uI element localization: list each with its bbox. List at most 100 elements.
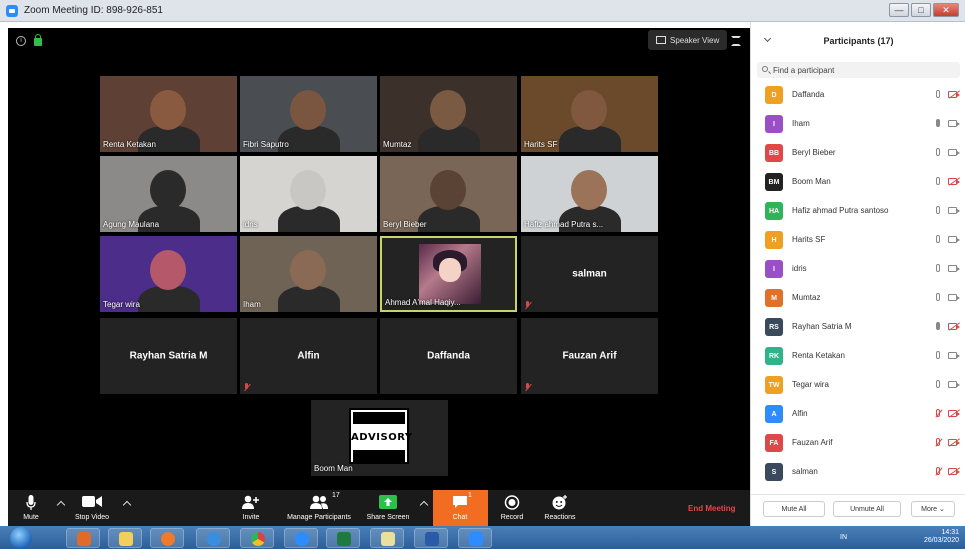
microphone-icon[interactable] [936,235,940,243]
taskbar-excel-icon[interactable] [326,528,360,548]
language-indicator[interactable]: IN [840,534,847,541]
speaker-view-button[interactable]: Speaker View [648,30,728,50]
video-camera-icon[interactable] [948,120,960,127]
participant-row[interactable]: TW Tegar wira [751,370,965,399]
video-tile[interactable]: Harits SF [521,76,658,152]
participant-row[interactable]: RS Rayhan Satria M [751,312,965,341]
video-tile[interactable]: Mumtaz [380,76,517,152]
maximize-button[interactable]: □ [911,3,931,17]
participant-row[interactable]: RK Renta Ketakan [751,341,965,370]
video-tile[interactable]: Fibri Saputro [240,76,377,152]
participant-row[interactable]: BB Beryl Bieber [751,138,965,167]
share-options-chevron-icon[interactable] [419,500,429,510]
taskbar-explorer-icon[interactable] [108,528,142,548]
microphone-icon[interactable] [936,177,940,185]
participant-avatar: H [765,231,783,249]
microphone-icon[interactable] [936,148,940,156]
taskbar-powerpoint-icon[interactable] [66,528,100,548]
speaker-view-label: Speaker View [670,35,720,45]
microphone-icon[interactable] [936,467,940,475]
video-camera-icon[interactable] [948,236,960,243]
microphone-icon[interactable] [936,322,940,330]
audio-options-chevron-icon[interactable] [56,500,66,510]
video-camera-icon[interactable] [948,265,960,272]
participant-row[interactable]: M Mumtaz [751,283,965,312]
video-camera-icon[interactable] [948,439,960,446]
video-tile[interactable]: Renta Ketakan [100,76,237,152]
close-button[interactable]: ✕ [933,3,959,17]
microphone-icon[interactable] [936,438,940,446]
microphone-icon[interactable] [936,90,940,98]
taskbar-app-icon[interactable] [284,528,318,548]
video-tile[interactable]: Ahmad A'mal Haqiy... [380,236,517,312]
video-tile[interactable]: Daffanda [380,318,517,394]
video-tile[interactable]: Beryl Bieber [380,156,517,232]
unmute-all-button[interactable]: Unmute All [833,501,901,517]
participant-name: salman [572,268,607,280]
microphone-icon[interactable] [936,409,940,417]
video-camera-icon[interactable] [948,352,960,359]
participant-row[interactable]: I Iham [751,109,965,138]
video-tile[interactable]: Rayhan Satria M [100,318,237,394]
participant-name: Hafiz ahmad Putra s... [524,220,604,229]
end-meeting-button[interactable]: End Meeting [688,504,736,513]
video-tile[interactable]: ADVISORY Boom Man [311,400,448,476]
mute-label: Mute [23,514,39,521]
microphone-icon[interactable] [936,293,940,301]
microphone-icon[interactable] [936,351,940,359]
taskbar-word-icon[interactable] [414,528,448,548]
taskbar-zoom-icon[interactable] [458,528,492,548]
video-camera-icon[interactable] [948,410,960,417]
mute-all-button[interactable]: Mute All [763,501,825,517]
participant-row[interactable]: Ssalman [751,457,965,486]
video-camera-icon[interactable] [948,149,960,156]
muted-mic-icon [525,301,531,309]
video-camera-icon[interactable] [948,294,960,301]
participant-row[interactable]: Iidris [751,254,965,283]
video-camera-icon[interactable] [948,178,960,185]
video-camera-icon[interactable] [948,381,960,388]
start-menu-icon[interactable] [10,527,32,549]
video-tile[interactable]: salman [521,236,658,312]
video-camera-icon[interactable] [948,468,960,475]
video-camera-icon[interactable] [948,323,960,330]
taskbar-ie-icon[interactable] [196,528,230,548]
taskbar-firefox-icon[interactable] [150,528,184,548]
participant-row[interactable]: HA Hafiz ahmad Putra santoso [751,196,965,225]
invite-user-icon [242,495,259,509]
minimize-button[interactable]: — [889,3,909,17]
video-tile[interactable]: Tegar wira [100,236,237,312]
fullscreen-icon[interactable] [731,36,741,46]
video-options-chevron-icon[interactable] [122,500,132,510]
meeting-info-icon[interactable]: i [16,36,26,46]
microphone-icon[interactable] [936,206,940,214]
taskbar-app2-icon[interactable] [370,528,404,548]
video-tile[interactable]: Hafiz ahmad Putra s... [521,156,658,232]
participant-face [571,90,607,130]
encryption-lock-icon[interactable] [34,34,42,46]
microphone-icon[interactable] [936,119,940,127]
microphone-icon[interactable] [936,380,940,388]
participant-name: Iham [792,119,810,128]
zoom-logo-icon [6,4,18,17]
video-tile[interactable]: Iham [240,236,377,312]
video-tile[interactable]: Alfin [240,318,377,394]
participant-name: idris [243,220,258,229]
video-tile[interactable]: Fauzan Arif [521,318,658,394]
participant-row[interactable]: H Harits SF [751,225,965,254]
system-clock[interactable]: 14:31 26/03/2020 [924,529,959,545]
participant-search-input[interactable] [773,64,953,76]
video-camera-icon[interactable] [948,207,960,214]
participant-row[interactable]: D Daffanda [751,80,965,109]
taskbar-chrome-icon[interactable] [240,528,274,548]
clock-time: 14:31 [941,529,959,536]
participant-row[interactable]: BM Boom Man [751,167,965,196]
video-camera-icon[interactable] [948,91,960,98]
participant-name: Renta Ketakan [792,351,845,360]
participant-row[interactable]: A Alfin [751,399,965,428]
video-tile[interactable]: idris [240,156,377,232]
video-tile[interactable]: Agung Maulana [100,156,237,232]
participant-row[interactable]: FA Fauzan Arif [751,428,965,457]
microphone-icon[interactable] [936,264,940,272]
more-button[interactable]: More ⌄ [911,501,955,517]
